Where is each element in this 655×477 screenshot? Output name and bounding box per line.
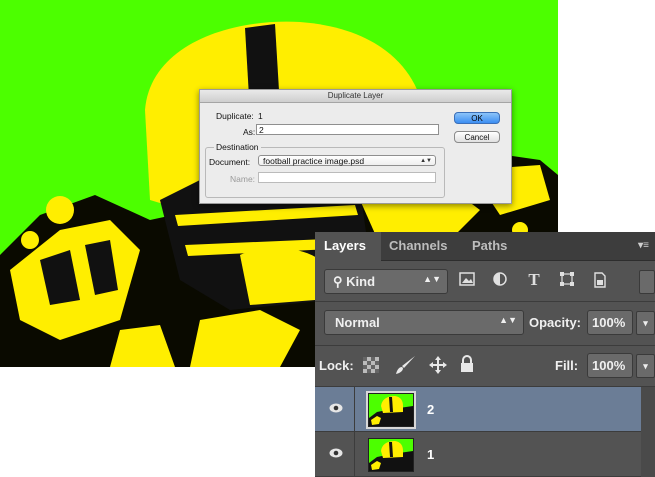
select-arrows-icon: ▲▼ <box>423 274 441 284</box>
layer-row-1[interactable]: 1 <box>315 432 655 477</box>
cancel-button[interactable]: Cancel <box>454 131 500 143</box>
as-input[interactable]: 2 <box>256 124 439 135</box>
blend-mode-select[interactable]: Normal ▲▼ <box>324 310 524 335</box>
adjustment-filter-icon[interactable] <box>491 272 509 288</box>
fill-input[interactable]: 100% <box>587 353 633 378</box>
duplicate-layer-dialog: Duplicate Layer Duplicate: 1 As: 2 OK Ca… <box>199 89 512 204</box>
panel-menu-icon[interactable]: ▾≡ <box>638 240 649 251</box>
lock-transparent-pixels-icon[interactable] <box>363 357 379 376</box>
row-divider <box>354 387 355 432</box>
lock-all-icon[interactable] <box>460 355 474 376</box>
eye-icon[interactable] <box>329 448 343 458</box>
destination-group: Destination Document: football practice … <box>205 142 445 198</box>
duplicate-label: Duplicate: <box>216 111 254 121</box>
as-label: As: <box>243 127 256 137</box>
layer-name[interactable]: 2 <box>427 402 434 417</box>
filter-kind-select[interactable]: ⚲ Kind ▲▼ <box>324 269 448 294</box>
separator <box>315 345 655 346</box>
layer-thumbnail[interactable] <box>366 391 416 429</box>
layer-name[interactable]: 1 <box>427 447 434 462</box>
panel-tab-bar: Layers Channels Paths ▾≡ <box>315 232 655 261</box>
search-icon: ⚲ <box>333 274 343 289</box>
opacity-label: Opacity: <box>529 315 582 330</box>
separator <box>315 301 655 302</box>
dialog-title: Duplicate Layer <box>200 90 511 103</box>
tab-paths[interactable]: Paths <box>472 238 507 253</box>
name-label: Name: <box>230 174 256 184</box>
filter-toggle-button[interactable] <box>639 270 655 294</box>
tab-channels[interactable]: Channels <box>389 238 448 253</box>
select-arrows-icon: ▲▼ <box>420 158 432 164</box>
select-arrows-icon: ▲▼ <box>499 315 517 325</box>
document-select-value: football practice image.psd <box>263 156 365 166</box>
fill-label: Fill: <box>555 358 579 373</box>
filter-kind-value: Kind <box>346 274 376 289</box>
lock-position-icon[interactable] <box>428 355 448 378</box>
tab-layers[interactable]: Layers <box>324 238 366 253</box>
layers-scrollbar[interactable] <box>641 387 655 477</box>
lock-image-pixels-icon[interactable] <box>395 355 417 378</box>
fill-dropdown-button[interactable]: ▾ <box>636 354 655 378</box>
shape-filter-icon[interactable] <box>558 272 576 288</box>
opacity-input[interactable]: 100% <box>587 310 633 335</box>
row-divider <box>354 432 355 477</box>
layer-row-2[interactable]: 2 <box>315 387 655 432</box>
eye-icon[interactable] <box>329 403 343 413</box>
ok-button[interactable]: OK <box>454 112 500 124</box>
duplicate-value: 1 <box>258 111 263 121</box>
name-input[interactable] <box>258 172 436 183</box>
opacity-value: 100% <box>592 315 626 330</box>
lock-label: Lock: <box>319 358 354 373</box>
blend-mode-value: Normal <box>335 315 380 330</box>
image-filter-icon[interactable] <box>458 272 476 288</box>
type-filter-icon[interactable]: T <box>525 271 543 288</box>
destination-label: Destination <box>214 142 261 152</box>
layer-thumbnail[interactable] <box>368 438 414 472</box>
layers-panel: Layers Channels Paths ▾≡ ⚲ Kind ▲▼ T Nor… <box>315 232 655 477</box>
fill-value: 100% <box>592 358 626 373</box>
document-select[interactable]: football practice image.psd ▲▼ <box>258 155 436 166</box>
document-label: Document: <box>209 157 251 167</box>
smart-object-filter-icon[interactable] <box>591 272 609 288</box>
opacity-dropdown-button[interactable]: ▾ <box>636 311 655 335</box>
